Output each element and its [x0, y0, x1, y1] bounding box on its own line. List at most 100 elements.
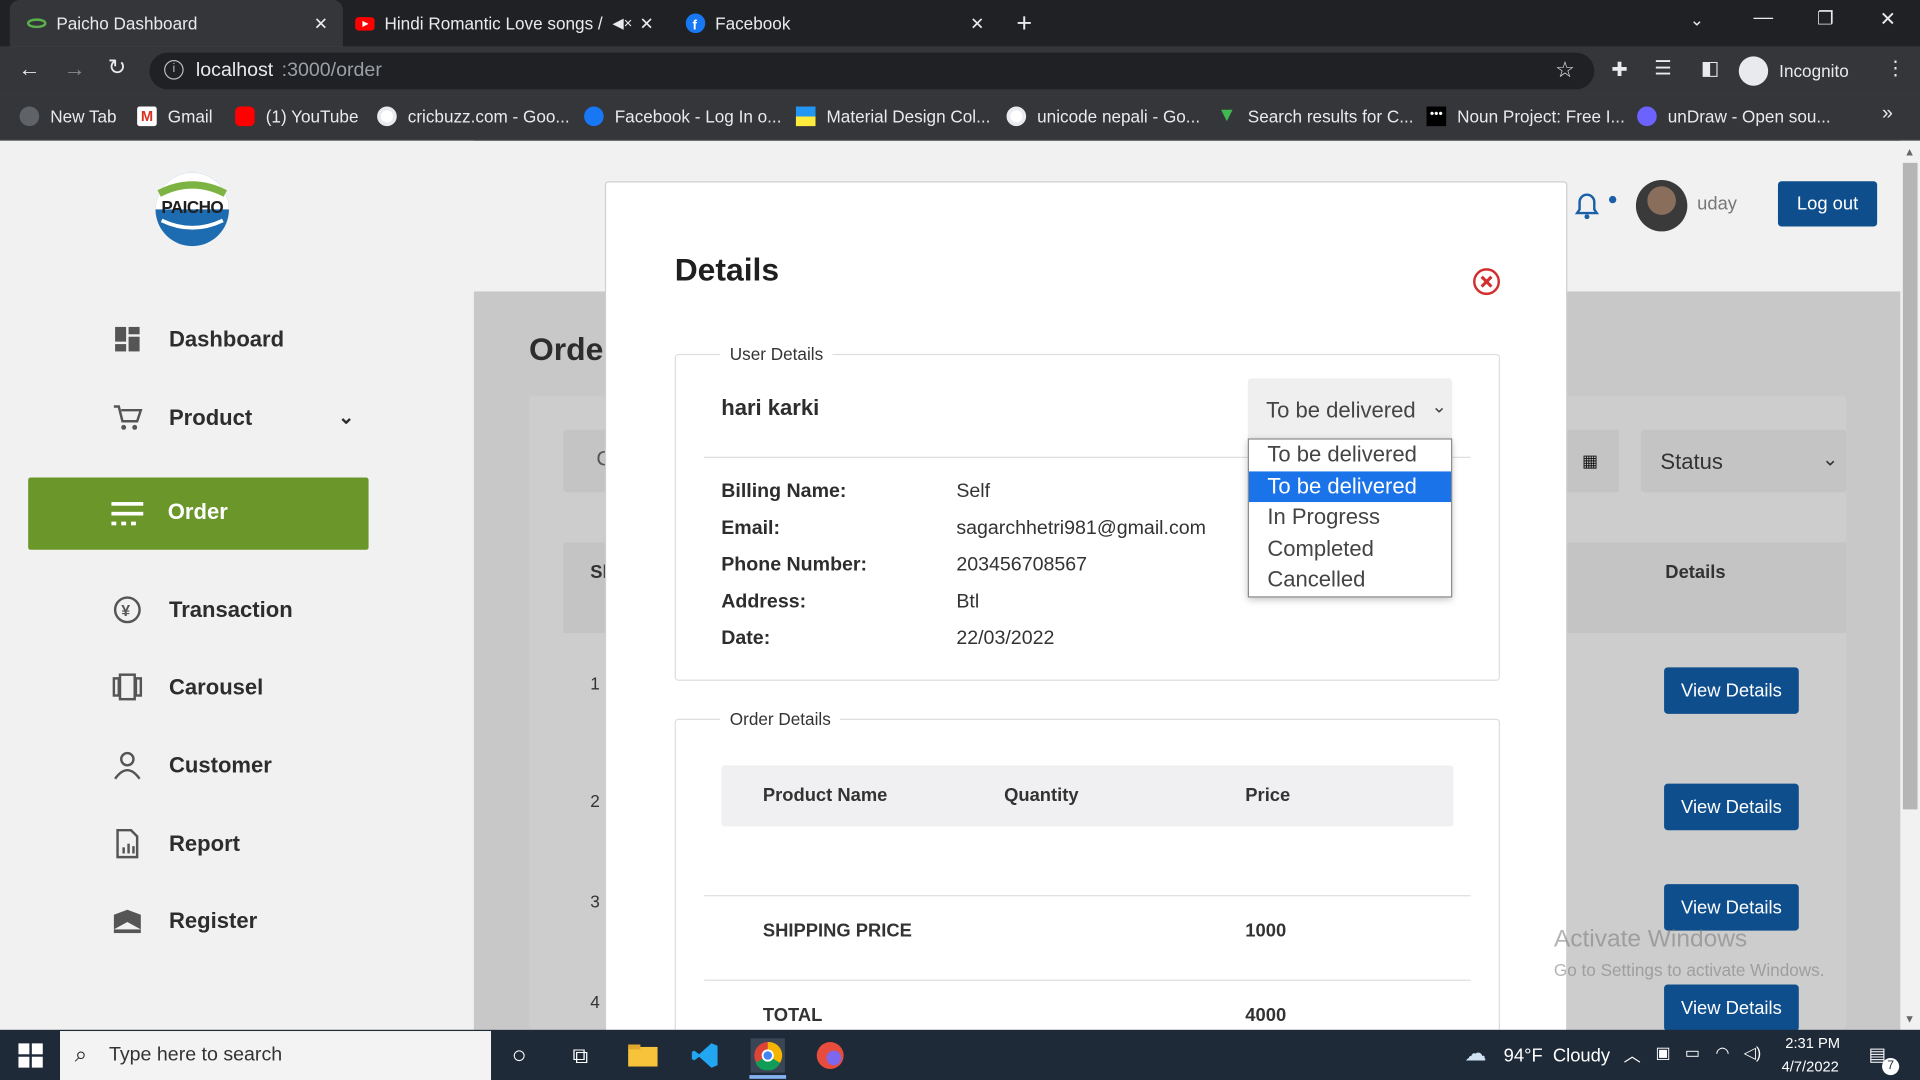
chevron-down-icon[interactable]: ⌄ — [338, 405, 354, 429]
clock-date[interactable]: 4/7/2022 — [1782, 1058, 1839, 1075]
close-icon[interactable] — [1472, 267, 1501, 303]
windows-start-icon[interactable] — [18, 1043, 43, 1074]
restore-icon[interactable]: ❐ — [1817, 7, 1833, 30]
new-tab-plus-icon[interactable]: + — [1016, 7, 1032, 39]
side-panel-icon[interactable]: ◧ — [1701, 56, 1720, 80]
view-details-button[interactable]: View Details — [1664, 884, 1799, 931]
taskbar-search-box[interactable]: ⌕ Type here to search — [60, 1031, 492, 1080]
chrome-icon[interactable] — [750, 1038, 785, 1073]
reload-icon[interactable]: ↻ — [108, 55, 126, 81]
bookmark-gmail[interactable]: M Gmail — [137, 104, 213, 128]
status-select[interactable]: To be delivered ⌄ — [1247, 378, 1453, 443]
field-label: Billing Name: — [721, 481, 847, 503]
close-tab-icon[interactable]: ✕ — [970, 13, 984, 34]
scroll-down-icon[interactable]: ▼ — [1904, 1013, 1915, 1025]
view-details-button[interactable]: View Details — [1664, 783, 1799, 831]
chevron-down-icon: ⌄ — [1431, 396, 1447, 418]
bookmark-noun-project[interactable]: ••• Noun Project: Free I... — [1426, 104, 1625, 128]
bookmark-search-results[interactable]: ▼ Search results for C... — [1217, 104, 1413, 128]
weather-text[interactable]: 94°F Cloudy — [1504, 1046, 1610, 1067]
calendar-icon[interactable]: ▦ — [1582, 451, 1598, 472]
sidebar-item-carousel[interactable]: Carousel — [110, 671, 263, 703]
task-view-icon[interactable]: ⧉ — [563, 1038, 597, 1072]
tab-youtube-songs[interactable]: Hindi Romantic Love songs / ◀× ✕ — [343, 0, 669, 47]
tab-search-chevron-icon[interactable]: ⌄ — [1690, 10, 1704, 31]
speaker-mute-icon[interactable]: ◀× — [612, 15, 632, 32]
address-bar[interactable]: i localhost :3000/order ☆ — [149, 52, 1595, 90]
minimize-icon[interactable]: — — [1753, 7, 1773, 29]
status-filter-select[interactable]: Status ⌄ — [1640, 429, 1847, 493]
register-icon — [110, 905, 144, 937]
scrollbar-thumb[interactable] — [1902, 162, 1918, 810]
svg-text:¥: ¥ — [121, 603, 130, 620]
bookmark-youtube[interactable]: (1) YouTube — [235, 104, 358, 128]
meet-now-icon[interactable]: ▣ — [1656, 1043, 1671, 1063]
sidebar-item-register[interactable]: Register — [110, 905, 257, 937]
logout-button[interactable]: Log out — [1777, 181, 1878, 227]
forward-arrow-icon[interactable]: → — [64, 56, 86, 82]
profile-label: Incognito — [1779, 61, 1849, 81]
extensions-puzzle-icon[interactable]: ✚ — [1611, 58, 1627, 82]
info-icon[interactable]: i — [164, 60, 184, 80]
bookmark-new-tab[interactable]: New Tab — [19, 104, 117, 128]
tab-paicho-dashboard[interactable]: Paicho Dashboard ✕ — [9, 0, 343, 47]
sidebar-item-dashboard[interactable]: Dashboard — [110, 323, 284, 355]
status-option-selected[interactable]: To be delivered — [1248, 470, 1452, 503]
page-scrollbar[interactable]: ▲ ▼ — [1900, 140, 1920, 1030]
vuetify-icon: ▼ — [1217, 105, 1237, 127]
table-header-right: Details — [1567, 542, 1847, 634]
sidebar-item-customer[interactable]: Customer — [110, 749, 272, 781]
sidebar-item-report[interactable]: Report — [110, 828, 240, 860]
view-details-button[interactable]: View Details — [1664, 667, 1799, 714]
volume-icon[interactable]: ◁) — [1744, 1043, 1762, 1063]
media-queue-icon[interactable]: ☰ — [1654, 56, 1672, 80]
close-tab-icon[interactable]: ✕ — [314, 13, 328, 34]
paicho-favicon-icon — [26, 13, 47, 33]
gmail-icon: M — [137, 106, 157, 127]
scroll-up-icon[interactable]: ▲ — [1904, 146, 1915, 158]
clock-time[interactable]: 2:31 PM — [1785, 1035, 1840, 1052]
order-table-header: Product Name Quantity Price — [721, 765, 1454, 827]
bookmark-material-design[interactable]: Material Design Col... — [795, 104, 990, 128]
incognito-icon — [1738, 56, 1769, 86]
back-arrow-icon[interactable]: ← — [18, 56, 40, 82]
facebook-icon — [584, 106, 604, 127]
url-path: :3000/order — [281, 60, 382, 81]
sidebar-item-product[interactable]: Product ⌄ — [110, 402, 354, 434]
bookmark-star-icon[interactable]: ☆ — [1555, 58, 1575, 84]
bell-icon[interactable] — [1573, 190, 1600, 228]
globe-icon — [19, 106, 40, 127]
status-option[interactable]: Cancelled — [1249, 564, 1451, 595]
details-modal: Details User Details hari karki To be de… — [604, 181, 1568, 1065]
field-value: Self — [956, 481, 991, 503]
carousel-icon — [110, 671, 144, 703]
avatar[interactable] — [1635, 180, 1688, 232]
bookmark-cricbuzz[interactable]: cricbuzz.com - Goo... — [377, 104, 570, 128]
date-filter[interactable]: ▦ — [1567, 429, 1619, 493]
tab-facebook[interactable]: f Facebook ✕ — [669, 0, 1000, 47]
app-icon[interactable] — [813, 1038, 847, 1072]
status-option[interactable]: Completed — [1249, 533, 1451, 564]
cortana-circle-icon[interactable]: ○ — [502, 1038, 536, 1072]
row-number: 3 — [590, 891, 600, 912]
window-close-icon[interactable]: ✕ — [1880, 7, 1896, 31]
bookmark-undraw[interactable]: unDraw - Open sou... — [1637, 104, 1831, 128]
close-tab-icon[interactable]: ✕ — [640, 13, 654, 34]
bookmark-unicode-nepali[interactable]: unicode nepali - Go... — [1006, 104, 1200, 128]
status-option[interactable]: To be delivered — [1249, 440, 1451, 471]
kebab-menu-icon[interactable]: ⋮ — [1886, 56, 1906, 80]
battery-icon[interactable]: ▭ — [1685, 1043, 1700, 1063]
tray-chevron-icon[interactable]: ︿ — [1624, 1043, 1641, 1067]
username: uday — [1697, 193, 1737, 215]
status-option[interactable]: In Progress — [1249, 502, 1451, 533]
view-details-button[interactable]: View Details — [1664, 984, 1799, 1032]
wifi-icon[interactable]: ◠ — [1716, 1043, 1730, 1063]
incognito-profile-button[interactable]: Incognito — [1738, 55, 1849, 87]
file-explorer-icon[interactable] — [626, 1038, 660, 1072]
vscode-icon[interactable] — [688, 1038, 722, 1072]
bookmark-facebook[interactable]: Facebook - Log In o... — [584, 104, 781, 128]
sidebar-item-order[interactable]: Order — [28, 477, 369, 550]
sidebar-item-transaction[interactable]: ¥ Transaction — [110, 594, 293, 626]
more-bookmarks-icon[interactable]: » — [1882, 103, 1893, 125]
total-label: TOTAL — [762, 1005, 823, 1027]
